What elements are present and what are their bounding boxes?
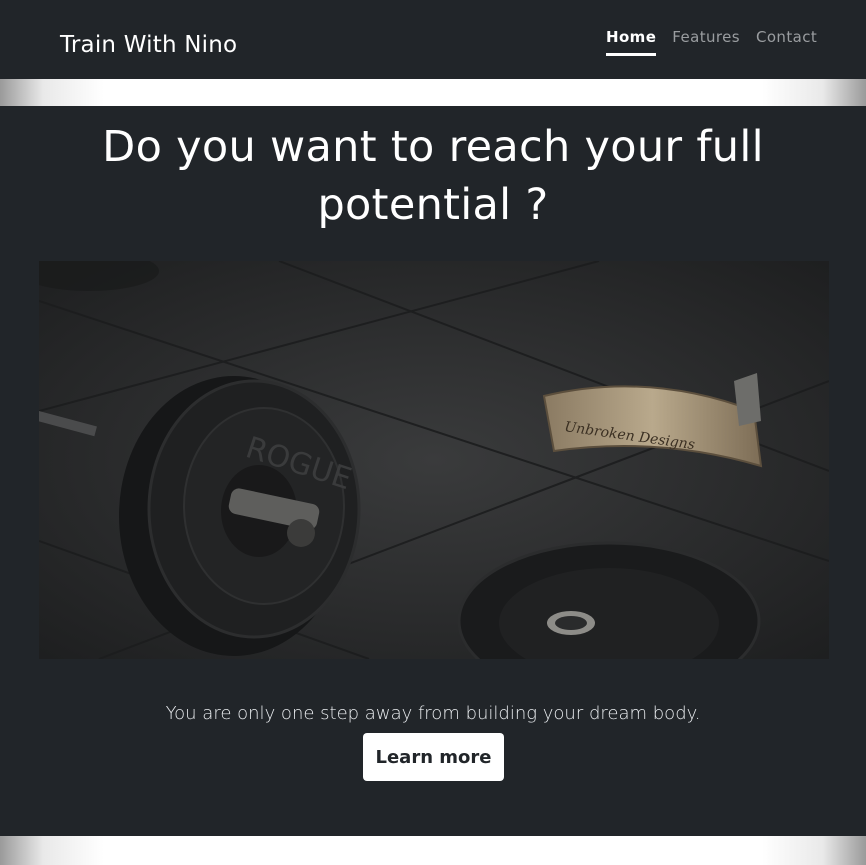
nav-link-contact[interactable]: Contact bbox=[756, 27, 817, 56]
top-divider bbox=[0, 79, 866, 106]
hero-headline: Do you want to reach your full potential… bbox=[102, 122, 764, 230]
brand-logo[interactable]: Train With Nino bbox=[60, 30, 237, 60]
learn-more-button[interactable]: Learn more bbox=[363, 733, 504, 781]
nav-link-home[interactable]: Home bbox=[606, 27, 657, 56]
hero-tagline: You are only one step away from building… bbox=[165, 703, 701, 724]
bottom-divider bbox=[0, 836, 866, 865]
hero-image: ROGUE Unbroken Designs bbox=[39, 261, 829, 659]
nav-menu: Home Features Contact bbox=[606, 27, 817, 56]
gym-floor-illustration: ROGUE Unbroken Designs bbox=[39, 261, 829, 659]
nav-link-features[interactable]: Features bbox=[672, 27, 740, 56]
navbar: Train With Nino Home Features Contact bbox=[0, 0, 866, 79]
